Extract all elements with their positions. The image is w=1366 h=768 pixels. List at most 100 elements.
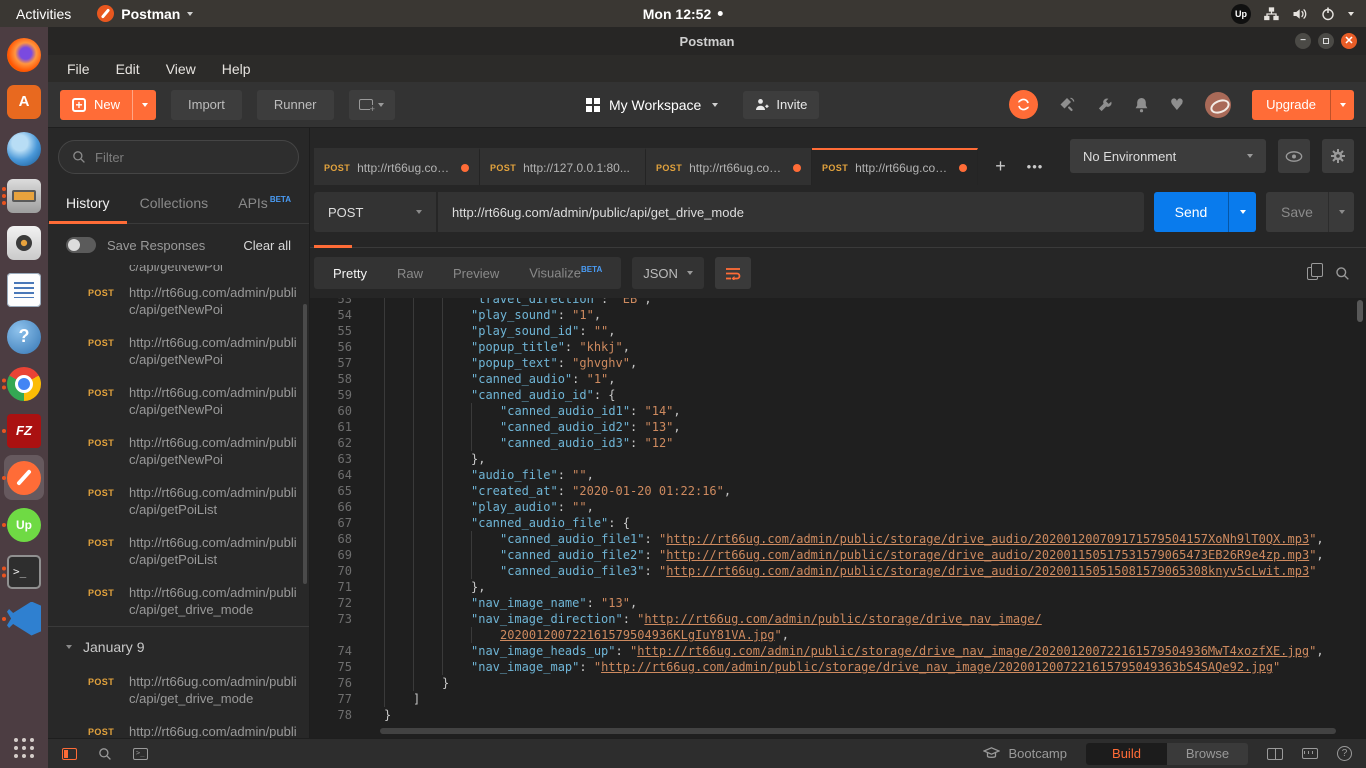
response-link[interactable]: 202001200722161579504936KLgIuY81VA.jpg [500, 627, 775, 643]
dock-item-rhythmbox[interactable] [0, 219, 48, 266]
history-item[interactable]: POSThttp://rt66ug.com/admin/public/api/g… [48, 665, 309, 715]
wrench-icon[interactable] [1097, 97, 1113, 113]
history-item[interactable]: POSThttp://rt66ug.com/admin/public/api/g… [48, 576, 309, 626]
request-tab[interactable]: POSThttp://127.0.0.1:80... [480, 148, 646, 185]
clock[interactable]: Mon 12:52 [643, 6, 723, 22]
send-button[interactable]: Send [1154, 192, 1256, 232]
build-tab[interactable]: Build [1086, 743, 1167, 765]
filter-input[interactable] [95, 150, 285, 165]
volume-icon[interactable] [1292, 7, 1308, 21]
dock-item-files[interactable] [0, 172, 48, 219]
dock-item-libreoffice-writer[interactable] [0, 266, 48, 313]
power-icon[interactable] [1321, 7, 1335, 21]
save-dropdown[interactable] [1328, 192, 1354, 232]
response-link[interactable]: http://rt66ug.com/admin/public/storage/d… [601, 659, 1273, 675]
method-selector[interactable]: POST [314, 192, 436, 232]
dock-item-firefox[interactable] [0, 31, 48, 78]
history-group-header[interactable]: January 9 [48, 627, 309, 665]
filter-box[interactable] [58, 140, 299, 174]
avatar[interactable] [1205, 92, 1231, 118]
new-dropdown[interactable] [132, 90, 156, 120]
save-button[interactable]: Save [1266, 192, 1354, 232]
tab-options-button[interactable]: ••• [1017, 148, 1053, 185]
response-format-selector[interactable]: JSON [632, 257, 704, 289]
view-tab-visualize[interactable]: VisualizeBETA [514, 265, 617, 280]
sidebar-tab-apis[interactable]: APIsBETA [238, 182, 291, 223]
workspace-selector[interactable]: My Workspace [609, 97, 701, 113]
history-item[interactable]: POSThttp://rt66ug.com/admin/public/api/g… [48, 326, 309, 376]
show-applications-button[interactable] [14, 738, 34, 758]
history-item[interactable]: POSThttp://rt66ug.com/admin/public/api/g… [48, 715, 309, 738]
browse-tab[interactable]: Browse [1167, 743, 1248, 765]
history-item[interactable]: POSThttp://rt66ug.com/admin/public/api/g… [48, 526, 309, 576]
history-item[interactable]: POSThttp://rt66ug.com/admin/public/api/g… [48, 376, 309, 426]
response-link[interactable]: http://rt66ug.com/admin/public/storage/d… [666, 547, 1309, 563]
history-item[interactable]: POSThttp://rt66ug.com/admin/public/api/g… [48, 426, 309, 476]
dock-item-thunderbird[interactable] [0, 125, 48, 172]
menu-file[interactable]: File [54, 55, 103, 82]
request-tab[interactable]: POSThttp://rt66ug.com/... [314, 148, 480, 185]
dock-item-filezilla[interactable]: FZ [0, 407, 48, 454]
menu-edit[interactable]: Edit [103, 55, 153, 82]
request-tab[interactable]: POSThttp://rt66ug.com/... [812, 148, 978, 185]
history-item[interactable]: POSThttp://rt66ug.com/admin/public/api/g… [48, 476, 309, 526]
import-button[interactable]: Import [171, 90, 242, 120]
code-vertical-scrollbar[interactable] [1357, 300, 1363, 322]
search-response-icon[interactable] [1335, 266, 1350, 281]
menu-help[interactable]: Help [209, 55, 264, 82]
save-responses-toggle[interactable] [66, 237, 96, 253]
console-icon[interactable]: >_ [133, 748, 148, 760]
history-item[interactable]: POSThttp://rt66ug.com/admin/public/api/g… [48, 276, 309, 326]
dock-item-terminal[interactable]: >_ [0, 548, 48, 595]
dock-item-ubuntu-software[interactable]: A [0, 78, 48, 125]
api-network-icon[interactable] [1059, 97, 1076, 113]
runner-button[interactable]: Runner [257, 90, 334, 120]
view-tab-raw[interactable]: Raw [382, 266, 438, 281]
keyboard-shortcuts-icon[interactable] [1302, 748, 1318, 759]
menu-view[interactable]: View [153, 55, 209, 82]
response-link[interactable]: http://rt66ug.com/admin/public/storage/d… [644, 611, 1041, 627]
url-input[interactable] [452, 205, 1130, 220]
send-dropdown[interactable] [1228, 192, 1256, 232]
response-link[interactable]: http://rt66ug.com/admin/public/storage/d… [666, 531, 1309, 547]
copy-icon[interactable] [1307, 267, 1318, 280]
environment-quicklook-button[interactable] [1278, 139, 1310, 173]
new-button[interactable]: +New [60, 90, 156, 120]
two-pane-icon[interactable] [1267, 748, 1283, 760]
dock-item-upwork[interactable]: Up [0, 501, 48, 548]
upwork-tray-icon[interactable]: Up [1231, 4, 1251, 24]
sidebar-tab-collections[interactable]: Collections [140, 182, 208, 223]
maximize-button[interactable] [1318, 33, 1334, 49]
dock-item-chrome[interactable] [0, 360, 48, 407]
sync-button[interactable] [1009, 90, 1038, 119]
bell-icon[interactable] [1134, 97, 1149, 113]
dock-item-vscode[interactable] [0, 595, 48, 642]
bootcamp-button[interactable]: Bootcamp [983, 746, 1067, 761]
environment-settings-button[interactable] [1322, 139, 1354, 173]
open-new-dropdown-button[interactable] [349, 90, 395, 120]
search-statusbar-icon[interactable] [98, 747, 112, 761]
upgrade-button[interactable]: Upgrade [1252, 90, 1354, 120]
history-item[interactable]: POSThttp://rt66ug.com/admin/public/api/g… [48, 265, 309, 276]
network-icon[interactable] [1264, 7, 1279, 21]
code-horizontal-scrollbar[interactable] [380, 728, 1336, 734]
close-button[interactable]: ✕ [1341, 33, 1357, 49]
system-menu-chevron-icon[interactable] [1348, 12, 1354, 16]
view-tab-preview[interactable]: Preview [438, 266, 514, 281]
url-field[interactable] [438, 192, 1144, 232]
response-link[interactable]: http://rt66ug.com/admin/public/storage/d… [666, 563, 1309, 579]
dock-item-postman[interactable] [0, 454, 48, 501]
app-menu[interactable]: Postman [87, 5, 203, 22]
minimize-button[interactable]: − [1295, 33, 1311, 49]
sidebar-scrollbar[interactable] [303, 304, 307, 584]
clear-all-button[interactable]: Clear all [243, 238, 291, 253]
dock-item-help[interactable]: ? [0, 313, 48, 360]
sidebar-tab-history[interactable]: History [66, 182, 110, 223]
view-tab-pretty[interactable]: Pretty [318, 266, 382, 281]
help-icon[interactable]: ? [1337, 746, 1352, 761]
activities-button[interactable]: Activities [0, 0, 87, 27]
response-link[interactable]: http://rt66ug.com/admin/public/storage/d… [637, 643, 1309, 659]
upgrade-dropdown[interactable] [1330, 90, 1354, 120]
request-tab[interactable]: POSThttp://rt66ug.com/... [646, 148, 812, 185]
wrap-text-button[interactable] [715, 257, 751, 289]
